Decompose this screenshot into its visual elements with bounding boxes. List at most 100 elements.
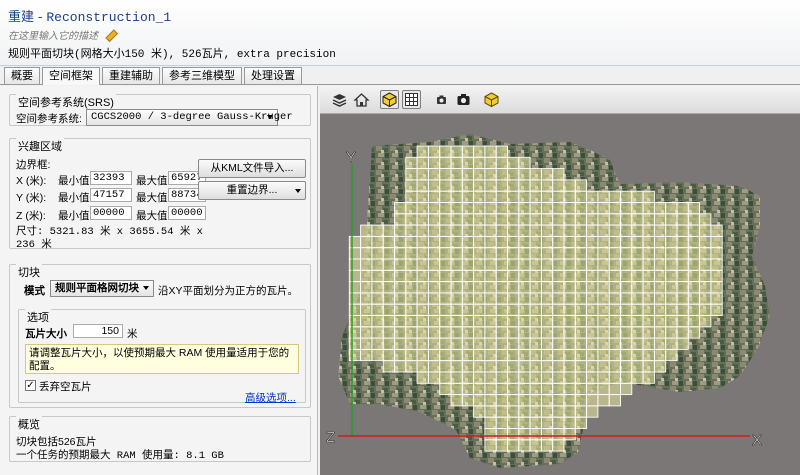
tile-cell[interactable] [439, 337, 452, 350]
tile-cell[interactable] [552, 315, 565, 328]
tile-cell[interactable] [450, 179, 463, 192]
tile-cell[interactable] [495, 428, 508, 441]
tile-cell[interactable] [608, 202, 621, 215]
tile-cell[interactable] [620, 348, 633, 362]
tile-cell[interactable] [620, 202, 633, 215]
tile-cell[interactable] [484, 439, 497, 452]
tile-cell[interactable] [405, 337, 418, 350]
tile-cell[interactable] [552, 360, 565, 373]
tile-cell[interactable] [371, 348, 384, 362]
tile-cell[interactable] [529, 235, 542, 249]
tile-cell[interactable] [529, 224, 542, 237]
tile-cell[interactable] [439, 168, 452, 181]
tile-cell[interactable] [653, 281, 667, 294]
tile-cell[interactable] [620, 315, 633, 328]
tile-cell[interactable] [597, 281, 610, 294]
tile-cell[interactable] [608, 235, 621, 249]
tile-cell[interactable] [563, 235, 576, 249]
tile-cell[interactable] [450, 315, 463, 328]
tile-cell[interactable] [360, 258, 373, 271]
tile-cell[interactable] [574, 405, 588, 418]
tile-cell[interactable] [461, 326, 475, 339]
tile-cell[interactable] [665, 315, 678, 328]
tile-cell[interactable] [574, 292, 588, 305]
discard-empty-checkbox[interactable]: ✓ [25, 380, 36, 391]
tile-cell[interactable] [450, 303, 463, 316]
tile-cell[interactable] [540, 315, 554, 328]
tile-cell[interactable] [439, 179, 452, 192]
tile-cell[interactable] [563, 281, 576, 294]
tile-cell[interactable] [620, 190, 633, 203]
tile-cell[interactable] [484, 190, 497, 203]
tile-cell[interactable] [631, 360, 644, 373]
tile-cell[interactable] [416, 281, 429, 294]
tile-cell[interactable] [360, 315, 373, 328]
tile-cell[interactable] [382, 348, 395, 362]
tile-cell[interactable] [552, 371, 565, 384]
tile-cell[interactable] [416, 269, 429, 283]
tile-cell[interactable] [427, 190, 441, 203]
tile-cell[interactable] [586, 326, 599, 339]
tile-cell[interactable] [439, 145, 452, 158]
tile-cell[interactable] [371, 326, 384, 339]
tile-cell[interactable] [484, 281, 497, 294]
tile-cell[interactable] [608, 269, 621, 283]
tile-cell[interactable] [540, 235, 554, 249]
tile-cell[interactable] [563, 405, 576, 418]
tile-cell[interactable] [540, 439, 554, 452]
tile-cell[interactable] [461, 213, 475, 226]
tile-cell[interactable] [461, 156, 475, 170]
tile-cell[interactable] [495, 281, 508, 294]
tile-cell[interactable] [620, 360, 633, 373]
tile-cell[interactable] [382, 224, 395, 237]
tile-cell[interactable] [405, 235, 418, 249]
tile-cell[interactable] [586, 269, 599, 283]
tile-cell[interactable] [518, 269, 531, 283]
tile-cell[interactable] [552, 281, 565, 294]
tile-cell[interactable] [348, 303, 362, 316]
tile-cell[interactable] [382, 337, 395, 350]
tile-cell[interactable] [540, 202, 554, 215]
tile-cell[interactable] [416, 213, 429, 226]
tile-cell[interactable] [597, 224, 610, 237]
tile-cell[interactable] [586, 371, 599, 384]
tile-cell[interactable] [710, 258, 723, 271]
tile-cell[interactable] [405, 258, 418, 271]
tile-cell[interactable] [450, 190, 463, 203]
tile-cell[interactable] [348, 337, 362, 350]
tile-cell[interactable] [631, 247, 644, 260]
tile-cell[interactable] [360, 224, 373, 237]
tile-cell[interactable] [574, 348, 588, 362]
tile-cell[interactable] [699, 258, 712, 271]
tile-cell[interactable] [371, 315, 384, 328]
tile-cell[interactable] [699, 247, 712, 260]
tile-cell[interactable] [484, 224, 497, 237]
tile-cell[interactable] [427, 202, 441, 215]
camera-icon[interactable] [454, 90, 473, 109]
tile-cell[interactable] [608, 382, 621, 396]
tile-cell[interactable] [631, 269, 644, 283]
tile-cell[interactable] [665, 269, 678, 283]
tile-cell[interactable] [405, 179, 418, 192]
tile-cell[interactable] [518, 315, 531, 328]
tile-cell[interactable] [540, 326, 554, 339]
tile-cell[interactable] [529, 428, 542, 441]
tile-cell[interactable] [586, 190, 599, 203]
tile-cell[interactable] [608, 258, 621, 271]
tile-cell[interactable] [563, 428, 576, 441]
tile-cell[interactable] [597, 235, 610, 249]
tile-cell[interactable] [416, 337, 429, 350]
tile-cell[interactable] [597, 382, 610, 396]
tile-cell[interactable] [608, 224, 621, 237]
tile-cell[interactable] [484, 360, 497, 373]
tile-cell[interactable] [597, 269, 610, 283]
tile-cell[interactable] [631, 326, 644, 339]
tile-cell[interactable] [507, 360, 520, 373]
tile-cell[interactable] [450, 360, 463, 373]
tile-cell[interactable] [620, 247, 633, 260]
tile-cell[interactable] [710, 292, 723, 305]
tile-cell[interactable] [495, 247, 508, 260]
tile-cell[interactable] [540, 281, 554, 294]
tile-cell[interactable] [473, 258, 486, 271]
import-kml-button[interactable]: 从KML文件导入... [198, 159, 306, 178]
